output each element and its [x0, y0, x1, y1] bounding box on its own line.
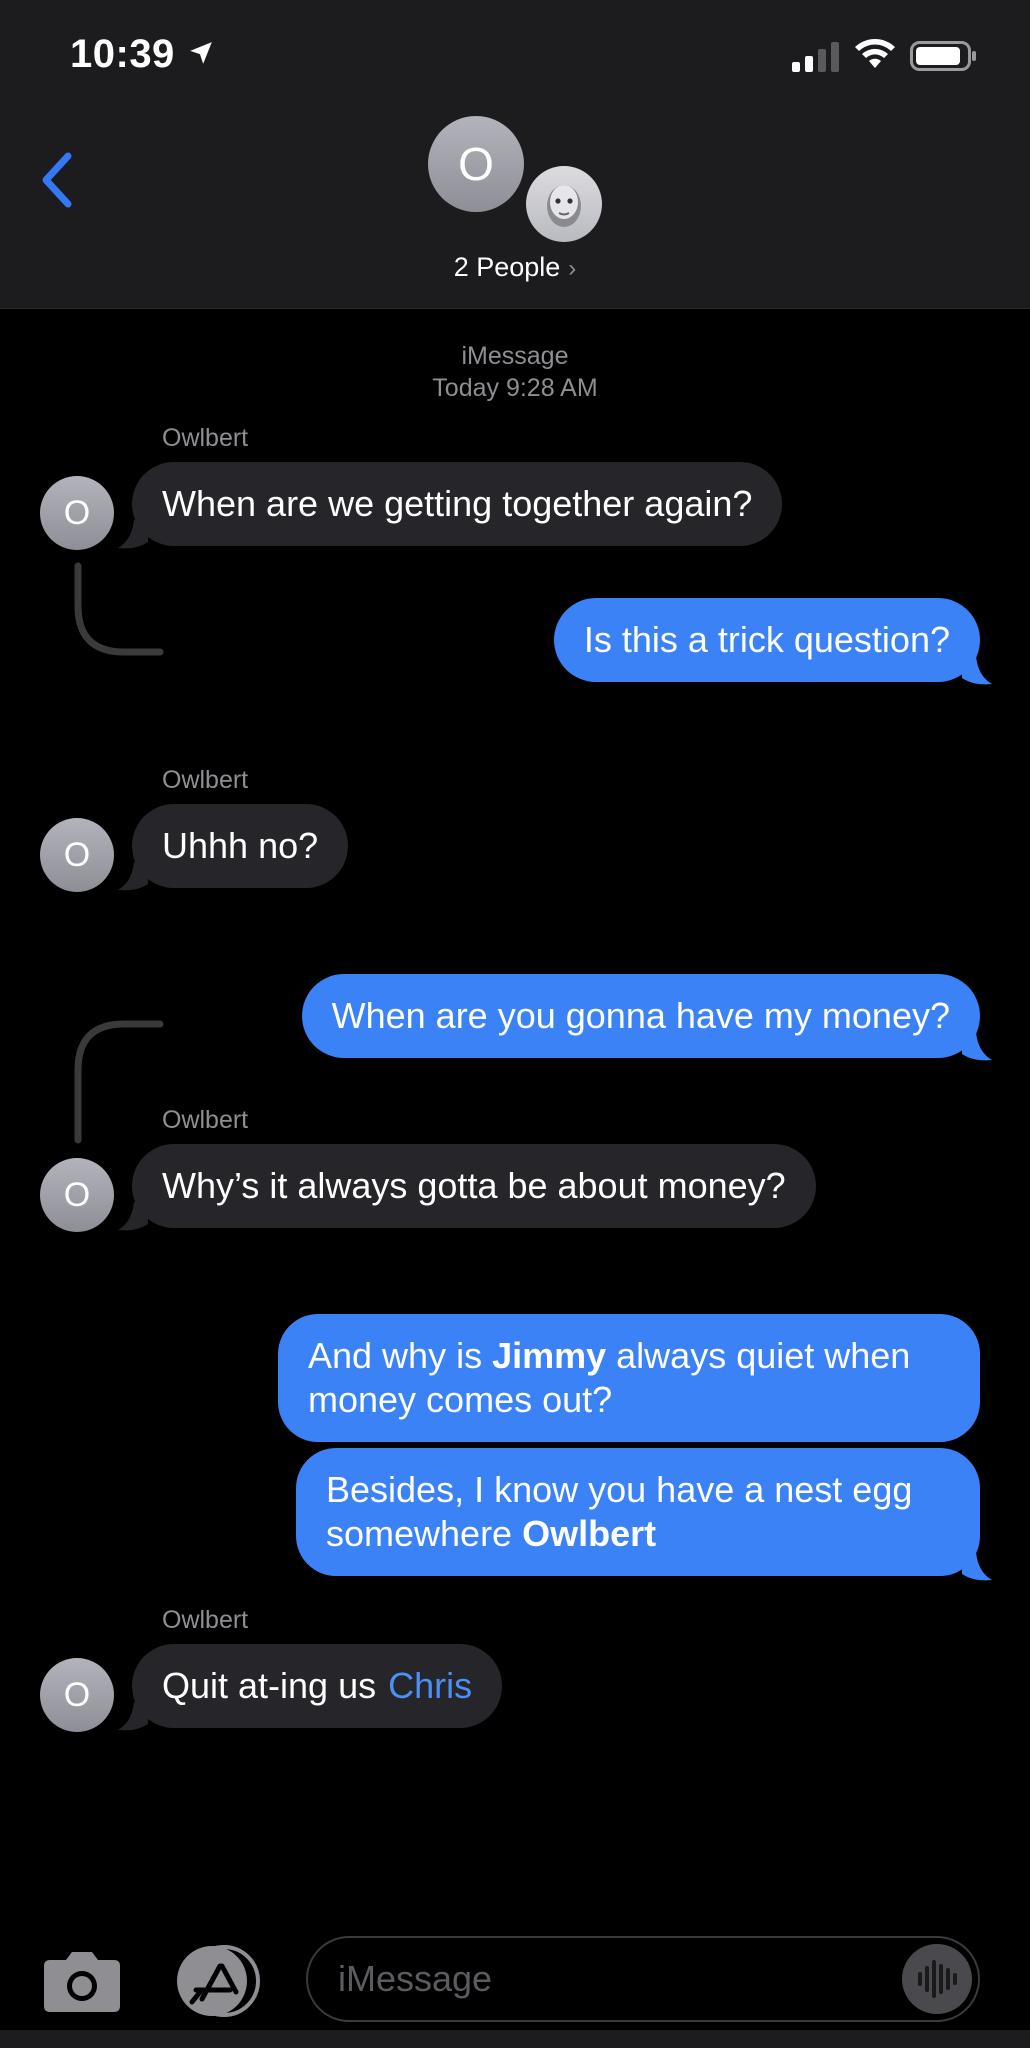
app-store-icon[interactable]: [174, 1944, 264, 2018]
outgoing-message-bubble[interactable]: Is this a trick question?: [553, 598, 980, 682]
bubble-tail: [962, 1032, 992, 1061]
back-chevron-icon[interactable]: [36, 148, 80, 212]
mention-link[interactable]: Chris: [388, 1665, 472, 1706]
message-text: Is this a trick question?: [583, 619, 950, 660]
avatar[interactable]: O: [40, 1658, 114, 1732]
bubble-tail: [962, 656, 992, 685]
incoming-message-bubble[interactable]: Uhhh no?: [132, 804, 349, 888]
avatar[interactable]: O: [40, 476, 114, 550]
avatar-initial: O: [63, 1675, 91, 1714]
cellular-signal-icon: [792, 42, 839, 72]
group-avatar-initial: O: [458, 138, 494, 190]
incoming-message-bubble[interactable]: When are we getting together again?: [132, 462, 783, 546]
bubble-tail: [118, 1202, 148, 1231]
people-link[interactable]: 2 People ›: [0, 252, 1030, 283]
avatar-initial: O: [63, 493, 91, 532]
incoming-message-bubble[interactable]: Why’s it always gotta be about money?: [132, 1144, 816, 1228]
people-label: 2 People: [453, 252, 561, 282]
bubble-tail: [962, 1552, 992, 1581]
message-text: And why is: [308, 1335, 493, 1376]
group-avatar[interactable]: O: [428, 116, 524, 212]
bubble-tail: [118, 1702, 148, 1731]
incoming-message-bubble[interactable]: Quit at-ing us Chris: [132, 1644, 503, 1728]
service-label: iMessage: [461, 342, 569, 370]
thread-timestamp: Today 9:28 AM: [432, 374, 598, 402]
audio-record-button[interactable]: [902, 1944, 972, 2014]
sender-name: Owlbert: [162, 1106, 249, 1134]
message-input[interactable]: [306, 1936, 980, 2022]
reply-thread-line: [74, 1020, 164, 1144]
message-text: When are you gonna have my money?: [331, 995, 950, 1036]
message-text: Quit at-ing us: [162, 1665, 377, 1706]
waveform-icon: [918, 1960, 957, 1998]
sender-name: Owlbert: [162, 1606, 249, 1634]
bold-name: Owlbert: [522, 1513, 657, 1554]
avatar-initial: O: [63, 835, 91, 874]
bold-name: Jimmy: [492, 1335, 607, 1376]
home-indicator-bar: [0, 2030, 1030, 2048]
avatar-initial: O: [63, 1175, 91, 1214]
outgoing-message-bubble[interactable]: When are you gonna have my money?: [301, 974, 980, 1058]
battery-icon: [910, 41, 976, 71]
chevron-right-icon: ›: [568, 255, 577, 282]
location-arrow-icon: [190, 42, 212, 64]
sender-name: Owlbert: [162, 766, 249, 794]
bubble-tail: [118, 862, 148, 891]
sender-name: Owlbert: [162, 424, 249, 452]
outgoing-message-bubble[interactable]: And why is Jimmy always quiet when money…: [278, 1314, 980, 1442]
memoji-avatar[interactable]: [526, 166, 602, 242]
avatar[interactable]: O: [40, 1158, 114, 1232]
camera-icon[interactable]: [42, 1948, 122, 2014]
message-text: Why’s it always gotta be about money?: [162, 1165, 786, 1206]
memoji-face-icon: [547, 185, 581, 227]
status-time: 10:39: [70, 32, 175, 76]
wifi-icon: [855, 39, 895, 68]
conversation-header: 10:39 O 2 People ›: [0, 0, 1030, 309]
outgoing-message-bubble[interactable]: Besides, I know you have a nest egg some…: [296, 1448, 980, 1576]
avatar[interactable]: O: [40, 818, 114, 892]
reply-thread-line: [74, 562, 164, 656]
message-text: When are we getting together again?: [162, 483, 753, 524]
bubble-tail: [118, 520, 148, 549]
message-text: Uhhh no?: [162, 825, 319, 866]
